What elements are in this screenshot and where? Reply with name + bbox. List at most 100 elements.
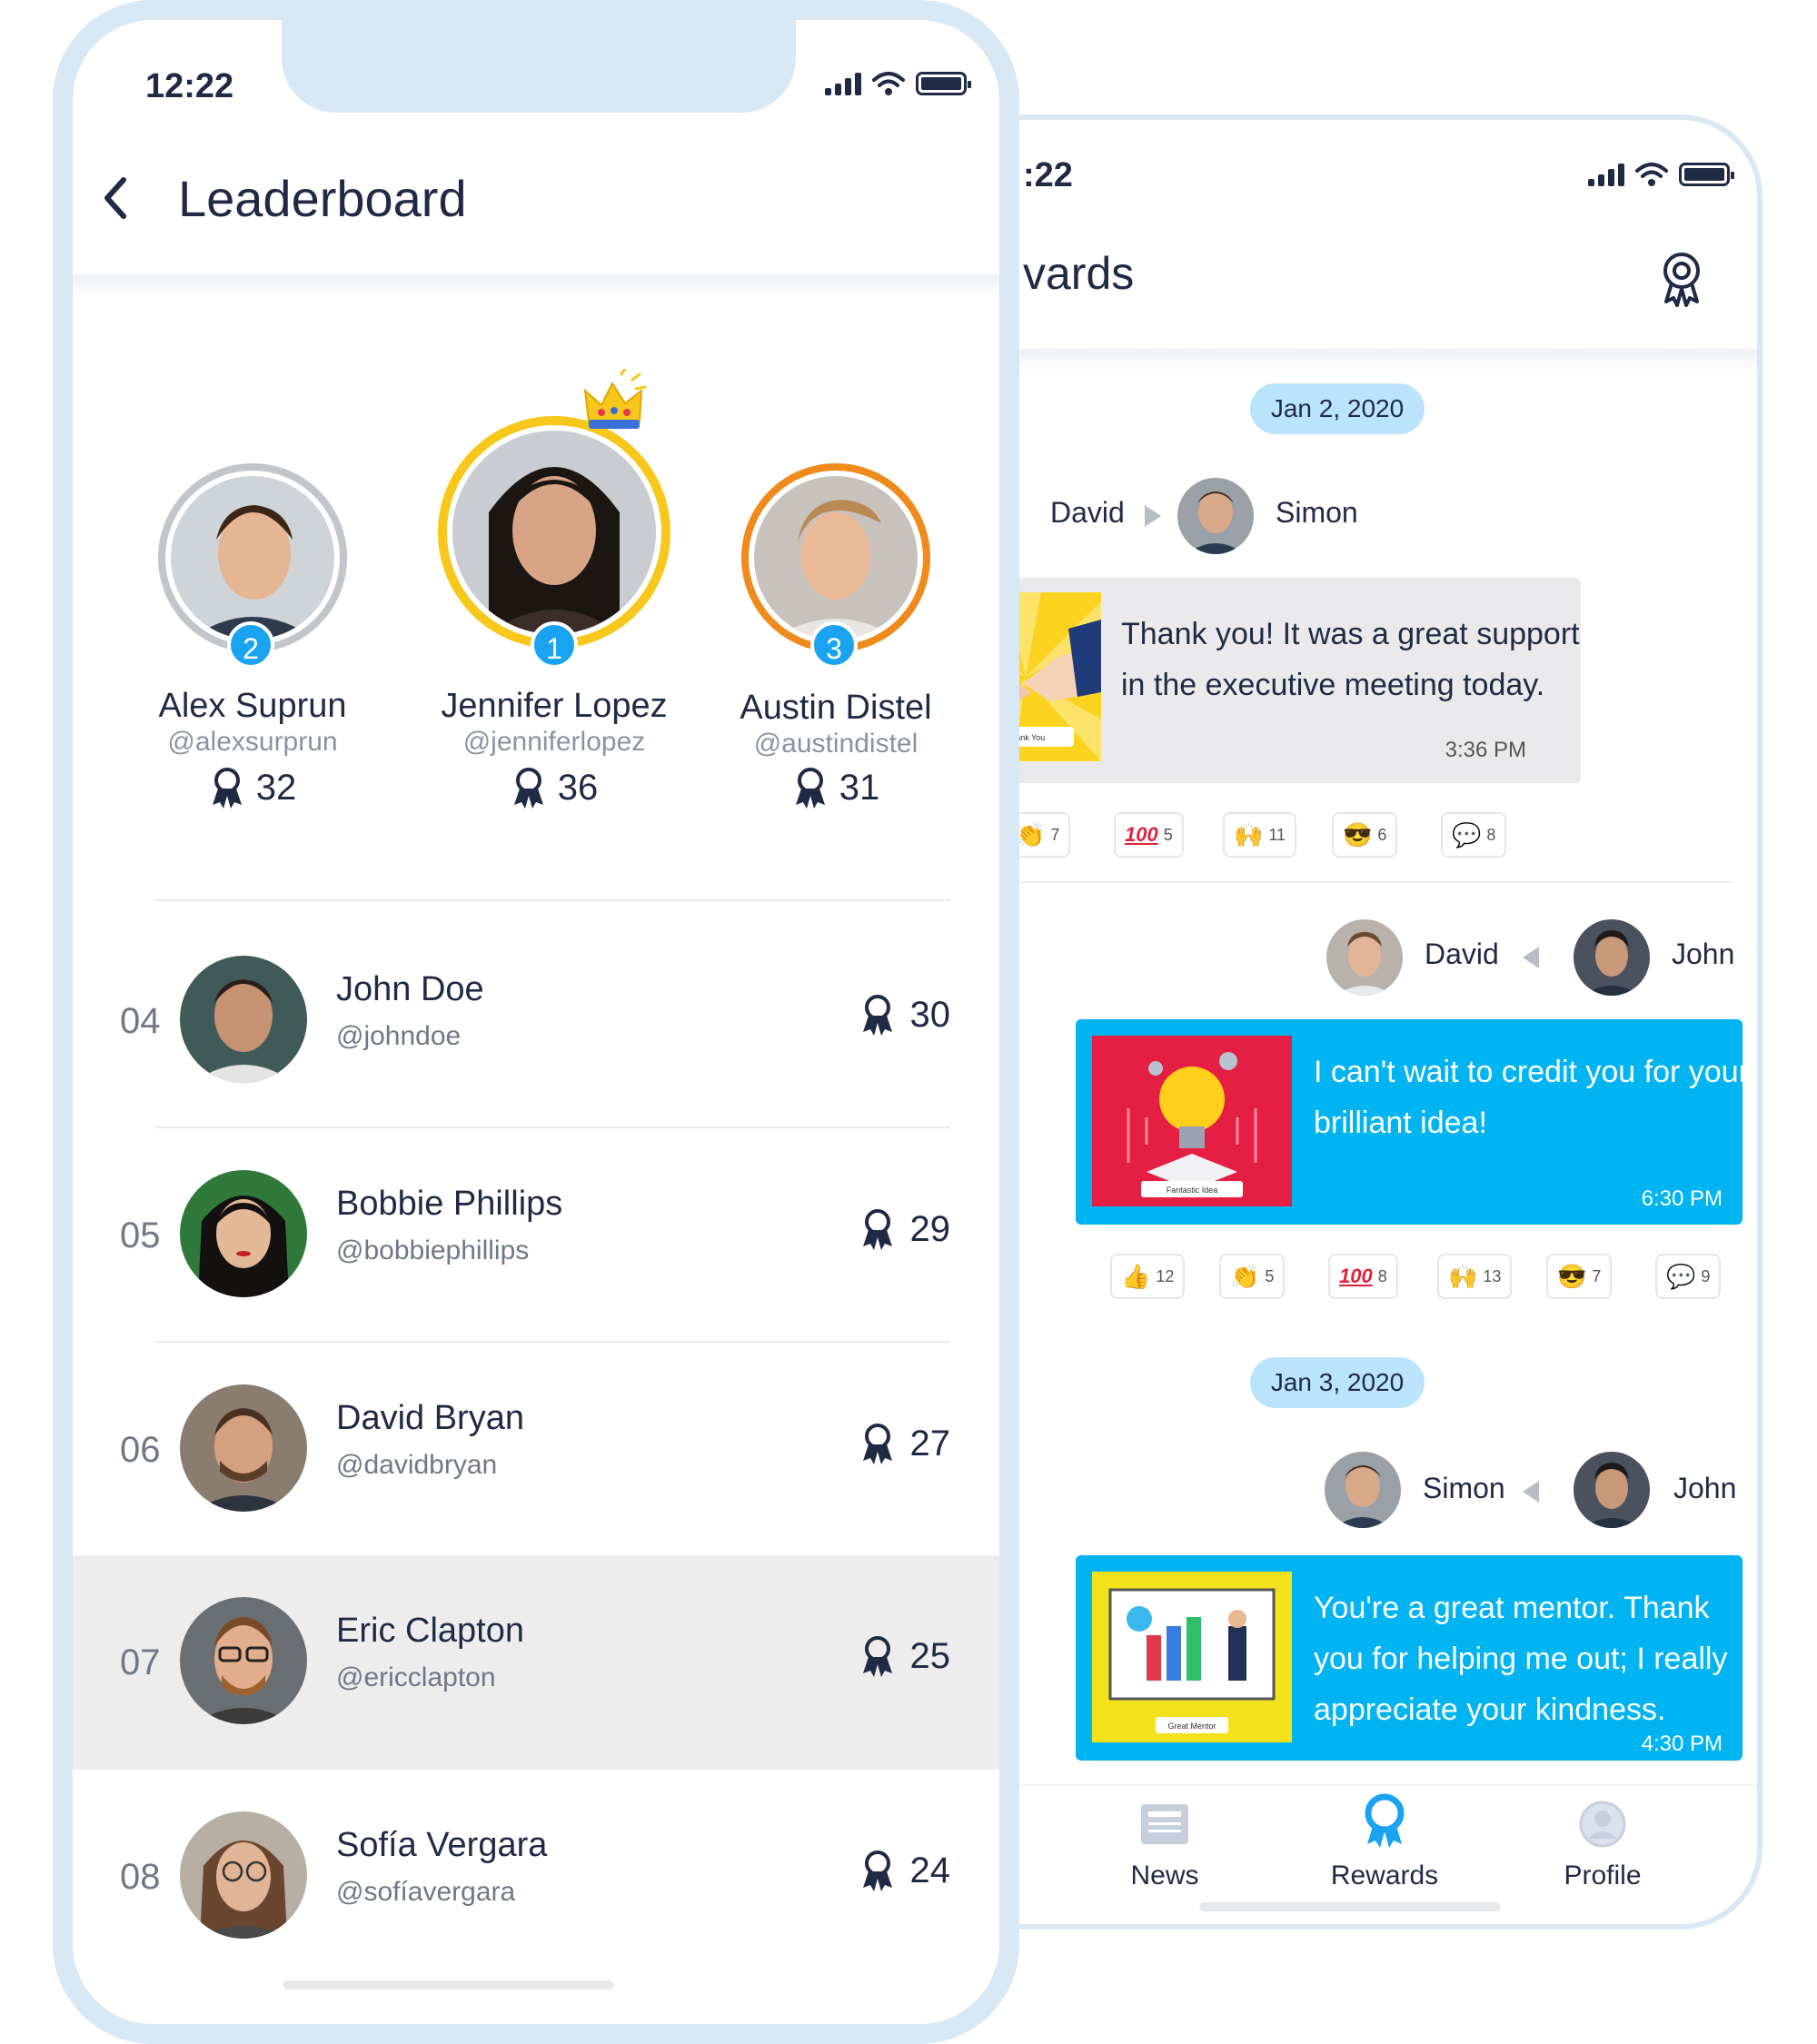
- reaction-thumbs-up[interactable]: 👍 12: [1110, 1254, 1186, 1299]
- leaderboard-row[interactable]: 08 Sofía Vergara @sofíavergara 24: [73, 1770, 999, 1984]
- medal-icon: [862, 995, 892, 1036]
- receiver-name[interactable]: John: [1672, 938, 1734, 971]
- score-value: 32: [255, 767, 297, 808]
- arrow-right-icon: [1145, 505, 1161, 527]
- page-title: Leaderboard: [178, 170, 467, 227]
- wifi-icon: [1635, 163, 1668, 186]
- avatar[interactable]: [1574, 1452, 1650, 1528]
- message-text-line: you for helping me out; I really: [1314, 1642, 1728, 1676]
- card-caption: Fantastic Idea: [1167, 1186, 1218, 1195]
- message-time: 3:36 PM: [1445, 738, 1526, 762]
- row-name: John Doe: [336, 970, 484, 1008]
- back-arrow-icon[interactable]: [102, 176, 129, 220]
- tab-news[interactable]: News: [1074, 1797, 1256, 1891]
- podium-name[interactable]: Alex Suprun: [134, 687, 371, 726]
- message-time: 4:30 PM: [1641, 1731, 1723, 1756]
- page-title: vards: [1023, 248, 1135, 299]
- tab-label: Rewards: [1330, 1860, 1439, 1890]
- avatar[interactable]: [1177, 478, 1254, 554]
- avatar[interactable]: [452, 431, 656, 634]
- status-time: :22: [1023, 156, 1073, 194]
- row-name: Eric Clapton: [336, 1612, 524, 1650]
- medal-icon: [513, 768, 543, 809]
- avatar[interactable]: [171, 476, 334, 640]
- reaction-hundred[interactable]: 100 8: [1328, 1254, 1398, 1299]
- reaction-sunglasses[interactable]: 😎 6: [1332, 812, 1398, 858]
- arrow-left-icon: [1523, 1481, 1539, 1503]
- score-value: 36: [557, 767, 599, 808]
- row-handle: @johndoe: [336, 1021, 462, 1051]
- card-caption: Great Mentor: [1167, 1722, 1216, 1731]
- reaction-sunglasses[interactable]: 😎 7: [1546, 1254, 1613, 1299]
- reward-message-card[interactable]: Thank You Thank you! It was a great supp…: [950, 578, 1581, 783]
- leaderboard-row[interactable]: 05 Bobbie Phillips @bobbiephillips 29: [73, 1128, 999, 1343]
- reward-message-card[interactable]: Fantastic Idea I can't wait to credit yo…: [1076, 1019, 1749, 1225]
- date-pill: Jan 2, 2020: [1250, 383, 1425, 434]
- leaderboard-row-current-user[interactable]: 07 Eric Clapton @ericclapton 25: [73, 1555, 999, 1770]
- medal-icon: [212, 768, 242, 809]
- sender-name[interactable]: David: [1425, 938, 1499, 971]
- row-score: 24: [859, 1850, 950, 1891]
- medal-icon: [862, 1636, 892, 1677]
- avatar[interactable]: [1326, 919, 1403, 996]
- message-text-line: appreciate your kindness.: [1314, 1692, 1666, 1727]
- medal-icon: [862, 1424, 892, 1464]
- podium-name[interactable]: Austin Distel: [718, 689, 954, 728]
- row-rank: 07: [120, 1642, 161, 1682]
- tab-profile[interactable]: Profile: [1512, 1797, 1693, 1891]
- row-handle: @sofíavergara: [336, 1877, 516, 1907]
- sender-name[interactable]: Simon: [1423, 1472, 1505, 1505]
- tab-label: Profile: [1564, 1860, 1642, 1890]
- crown-icon: [583, 369, 647, 429]
- row-name: Sofía Vergara: [336, 1826, 548, 1864]
- reaction-raised-hands[interactable]: 🙌 13: [1437, 1254, 1513, 1299]
- leaderboard-row[interactable]: 06 David Bryan @davidbryan 27: [73, 1343, 999, 1557]
- reaction-speech-bubble[interactable]: 💬 9: [1655, 1254, 1722, 1299]
- sender-name[interactable]: David: [1050, 496, 1125, 530]
- wifi-icon: [872, 72, 905, 95]
- row-rank: 08: [120, 1857, 161, 1897]
- rewards-icon: [1365, 1793, 1405, 1848]
- row-rank: 05: [120, 1215, 161, 1255]
- tab-rewards[interactable]: Rewards: [1294, 1793, 1475, 1891]
- row-rank: 06: [120, 1430, 161, 1470]
- award-ribbon-icon[interactable]: [1659, 251, 1704, 307]
- avatar[interactable]: [1574, 919, 1650, 996]
- profile-icon: [1579, 1801, 1626, 1848]
- row-name: Bobbie Phillips: [336, 1185, 563, 1223]
- leaderboard-row[interactable]: 04 John Doe @johndoe 30: [73, 914, 999, 1128]
- battery-icon: [1679, 163, 1734, 186]
- status-icons: [1588, 162, 1734, 187]
- reaction-speech-bubble[interactable]: 💬 8: [1441, 812, 1507, 858]
- battery-icon: [916, 72, 971, 95]
- rank-badge: 2: [227, 621, 274, 669]
- reward-message-card[interactable]: Great Mentor You're a great mentor. Than…: [1076, 1555, 1743, 1761]
- score-value: 31: [839, 767, 880, 808]
- podium-score: 32: [134, 767, 371, 809]
- podium-handle: @alexsurprun: [167, 727, 338, 757]
- date-pill: Jan 3, 2020: [1250, 1357, 1425, 1408]
- avatar[interactable]: [1325, 1452, 1401, 1528]
- avatar[interactable]: [754, 476, 918, 640]
- message-text-line: I can't wait to credit you for your: [1314, 1055, 1749, 1089]
- medal-icon: [795, 768, 825, 809]
- rank-badge: 3: [810, 621, 858, 669]
- podium-handle: @austindistel: [753, 729, 918, 759]
- medal-icon: [862, 1851, 892, 1891]
- arrow-left-icon: [1523, 947, 1539, 968]
- reaction-clap[interactable]: 👏 5: [1219, 1254, 1286, 1299]
- receiver-name[interactable]: John: [1673, 1472, 1736, 1505]
- receiver-name[interactable]: Simon: [1276, 496, 1358, 530]
- signal-icon: [825, 72, 861, 95]
- message-text-line: brilliant idea!: [1314, 1106, 1487, 1140]
- message-time: 6:30 PM: [1641, 1186, 1723, 1211]
- reaction-hundred[interactable]: 100 5: [1114, 812, 1184, 858]
- podium-name[interactable]: Jennifer Lopez: [436, 687, 672, 726]
- rank-badge: 1: [531, 621, 578, 669]
- row-handle: @ericclapton: [336, 1662, 496, 1692]
- leaderboard-phone-frame: 12:22 Leaderboard 2 Alex Suprun @alexsur…: [53, 0, 1019, 2044]
- podium-score: 31: [718, 767, 954, 809]
- reaction-raised-hands[interactable]: 🙌 11: [1223, 812, 1297, 858]
- rewards-phone-frame: :22 vards Jan 2, 2020 David Simon Thank …: [945, 114, 1762, 1930]
- medal-icon: [862, 1209, 892, 1250]
